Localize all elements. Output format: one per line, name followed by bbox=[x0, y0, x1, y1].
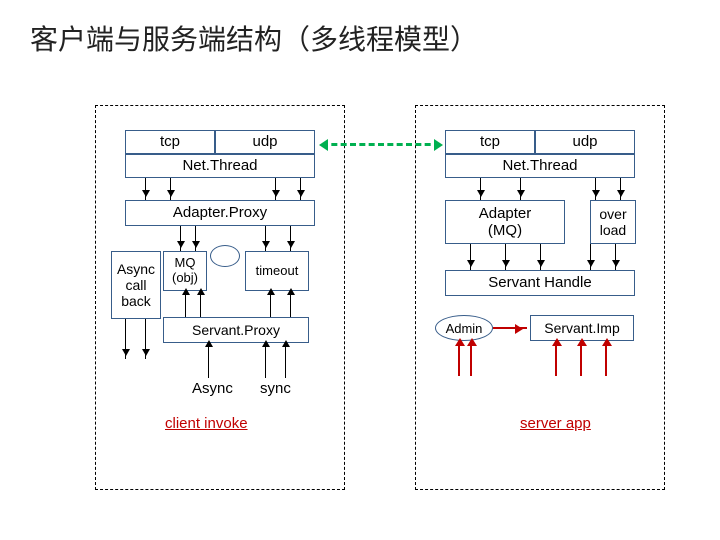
client-tcp: tcp bbox=[125, 130, 215, 154]
sync-label: sync bbox=[260, 380, 291, 397]
async-label: Async bbox=[192, 380, 233, 397]
arrow bbox=[300, 178, 301, 200]
arrow bbox=[590, 244, 591, 270]
arrow bbox=[620, 178, 621, 200]
red-arrow bbox=[493, 327, 527, 329]
arrow bbox=[270, 291, 271, 317]
arrow bbox=[275, 178, 276, 200]
server-adapter-mq: Adapter (MQ) bbox=[445, 200, 565, 244]
arrow bbox=[185, 291, 186, 317]
diagram: tcp udp Net.Thread Adapter.Proxy Async c… bbox=[50, 85, 670, 510]
arrow bbox=[290, 291, 291, 317]
arrow bbox=[595, 178, 596, 200]
arrow bbox=[125, 319, 126, 359]
client-udp: udp bbox=[215, 130, 315, 154]
arrow bbox=[145, 178, 146, 200]
red-arrow bbox=[605, 341, 607, 376]
server-app-label: server app bbox=[520, 415, 591, 432]
arrow bbox=[200, 291, 201, 317]
client-adapter-proxy: Adapter.Proxy bbox=[125, 200, 315, 226]
client-async-callback: Async call back bbox=[111, 251, 161, 319]
arrow bbox=[480, 178, 481, 200]
arrow bbox=[470, 244, 471, 270]
red-arrow bbox=[470, 341, 472, 376]
client-netthread: Net.Thread bbox=[125, 154, 315, 178]
server-tcp: tcp bbox=[445, 130, 535, 154]
arrow bbox=[208, 343, 209, 378]
arrow bbox=[145, 319, 146, 359]
arrow bbox=[265, 343, 266, 378]
red-arrow bbox=[580, 341, 582, 376]
mq-to-timeout-oval bbox=[210, 245, 240, 267]
arrow bbox=[540, 244, 541, 270]
page-title: 客户端与服务端结构（多线程模型） bbox=[30, 18, 478, 58]
arrow bbox=[265, 226, 266, 251]
arrow bbox=[520, 178, 521, 200]
server-servant-handle: Servant Handle bbox=[445, 270, 635, 296]
arrow bbox=[290, 226, 291, 251]
server-udp: udp bbox=[535, 130, 635, 154]
arrow bbox=[180, 226, 181, 251]
arrow bbox=[285, 343, 286, 378]
client-timeout: timeout bbox=[245, 251, 309, 291]
arrow bbox=[505, 244, 506, 270]
server-overload: over load bbox=[590, 200, 636, 244]
arrow bbox=[170, 178, 171, 200]
arrow bbox=[615, 244, 616, 270]
arrow bbox=[195, 226, 196, 251]
red-arrow bbox=[555, 341, 557, 376]
red-arrow bbox=[458, 341, 460, 376]
client-invoke-label: client invoke bbox=[165, 415, 248, 432]
server-netthread: Net.Thread bbox=[445, 154, 635, 178]
